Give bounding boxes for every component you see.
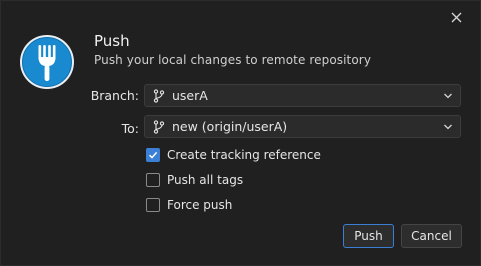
branch-value: userA (172, 88, 208, 103)
chevron-down-icon (443, 91, 453, 101)
checkbox-label: Force push (167, 198, 233, 212)
chevron-down-icon (443, 122, 453, 132)
branch-icon (153, 88, 165, 103)
force-push-checkbox[interactable]: Force push (146, 197, 232, 213)
to-label: To: (121, 121, 139, 136)
push-all-tags-checkbox[interactable]: Push all tags (146, 172, 243, 188)
branch-label: Branch: (90, 88, 139, 103)
branch-select[interactable]: userA (144, 84, 461, 107)
push-button[interactable]: Push (343, 224, 394, 248)
checkmark-icon (148, 151, 158, 159)
remote-select[interactable]: new (origin/userA) (144, 115, 461, 138)
remote-value: new (origin/userA) (172, 119, 288, 134)
fork-icon (19, 34, 75, 90)
create-tracking-checkbox[interactable]: Create tracking reference (146, 147, 321, 163)
dialog-title: Push (94, 32, 130, 50)
branch-icon (153, 119, 165, 134)
checkbox-checked (146, 148, 160, 162)
checkbox-unchecked (146, 198, 160, 212)
cancel-button[interactable]: Cancel (401, 224, 462, 248)
checkbox-label: Push all tags (167, 173, 244, 187)
checkbox-label: Create tracking reference (167, 148, 321, 162)
checkbox-unchecked (146, 173, 160, 187)
dialog-subtitle: Push your local changes to remote reposi… (94, 53, 372, 67)
push-dialog: Push Push your local changes to remote r… (0, 0, 481, 266)
close-icon (451, 12, 461, 22)
close-button[interactable] (446, 7, 466, 27)
